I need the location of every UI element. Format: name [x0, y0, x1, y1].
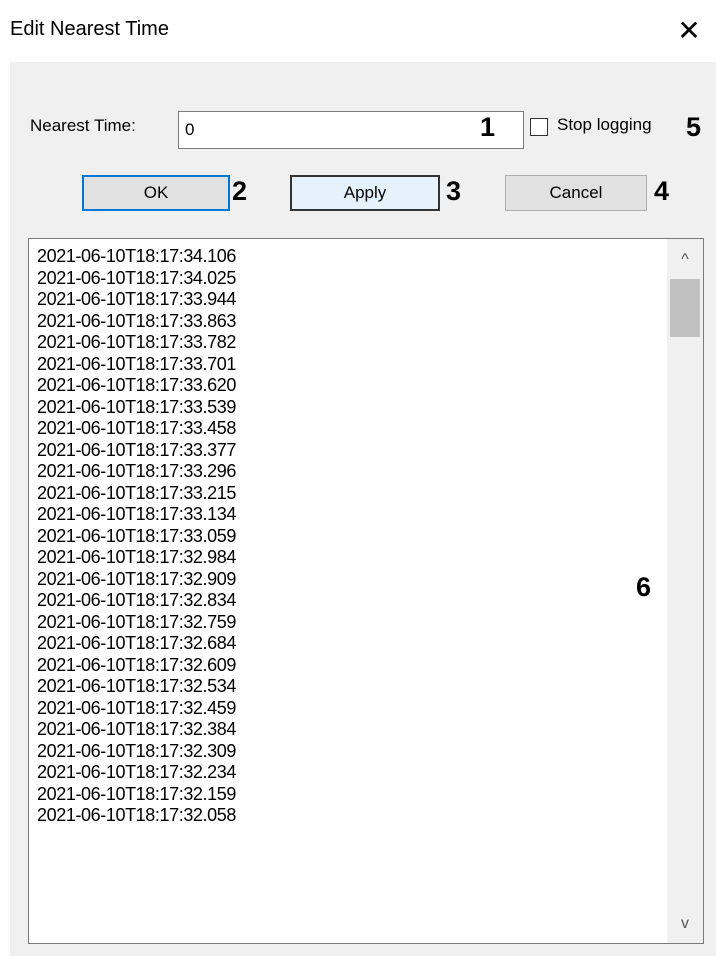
list-item[interactable]: 2021-06-10T18:17:32.834	[37, 590, 665, 612]
list-item[interactable]: 2021-06-10T18:17:33.539	[37, 397, 665, 419]
list-item[interactable]: 2021-06-10T18:17:33.134	[37, 504, 665, 526]
window-title: Edit Nearest Time	[10, 18, 169, 40]
list-item[interactable]: 2021-06-10T18:17:33.701	[37, 354, 665, 376]
list-item[interactable]: 2021-06-10T18:17:32.384	[37, 719, 665, 741]
stop-logging-checkbox[interactable]	[530, 118, 548, 136]
log-listbox[interactable]: 2021-06-10T18:17:34.106 2021-06-10T18:17:…	[28, 238, 704, 944]
scroll-thumb[interactable]	[670, 279, 700, 337]
callout-2: 2	[232, 176, 248, 206]
apply-button[interactable]: Apply	[290, 175, 440, 211]
list-item[interactable]: 2021-06-10T18:17:32.309	[37, 741, 665, 763]
list-item[interactable]: 2021-06-10T18:17:32.534	[37, 676, 665, 698]
list-item[interactable]: 2021-06-10T18:17:34.106	[37, 246, 665, 268]
list-item[interactable]: 2021-06-10T18:17:33.944	[37, 289, 665, 311]
list-item[interactable]: 2021-06-10T18:17:32.058	[37, 805, 665, 827]
list-item[interactable]: 2021-06-10T18:17:33.782	[37, 332, 665, 354]
list-item[interactable]: 2021-06-10T18:17:34.025	[37, 268, 665, 290]
nearest-time-label: Nearest Time:	[30, 116, 136, 135]
list-item[interactable]: 2021-06-10T18:17:32.609	[37, 655, 665, 677]
cancel-button[interactable]: Cancel	[505, 175, 647, 211]
dialog-body: Nearest Time: 1 Stop logging 5 OK 2 Appl…	[10, 62, 716, 956]
callout-4: 4	[654, 176, 670, 206]
nearest-time-input[interactable]	[178, 111, 524, 149]
ok-button[interactable]: OK	[82, 175, 230, 211]
list-item[interactable]: 2021-06-10T18:17:32.684	[37, 633, 665, 655]
list-item[interactable]: 2021-06-10T18:17:33.377	[37, 440, 665, 462]
title-bar: Edit Nearest Time ✕	[0, 0, 716, 62]
list-item[interactable]: 2021-06-10T18:17:33.296	[37, 461, 665, 483]
list-item[interactable]: 2021-06-10T18:17:33.059	[37, 526, 665, 548]
stop-logging-label[interactable]: Stop logging	[557, 115, 652, 135]
scroll-up-icon[interactable]: ^	[667, 245, 703, 275]
scroll-down-icon[interactable]: v	[667, 909, 703, 939]
callout-6: 6	[636, 572, 652, 602]
list-item[interactable]: 2021-06-10T18:17:32.909	[37, 569, 665, 591]
callout-1: 1	[480, 112, 496, 142]
list-item[interactable]: 2021-06-10T18:17:32.459	[37, 698, 665, 720]
list-item[interactable]: 2021-06-10T18:17:32.234	[37, 762, 665, 784]
list-item[interactable]: 2021-06-10T18:17:33.215	[37, 483, 665, 505]
log-items: 2021-06-10T18:17:34.106 2021-06-10T18:17:…	[29, 239, 665, 943]
list-item[interactable]: 2021-06-10T18:17:32.159	[37, 784, 665, 806]
callout-5: 5	[686, 112, 702, 142]
list-item[interactable]: 2021-06-10T18:17:33.863	[37, 311, 665, 333]
callout-3: 3	[446, 176, 462, 206]
list-item[interactable]: 2021-06-10T18:17:32.984	[37, 547, 665, 569]
vertical-scrollbar[interactable]: ^ v	[667, 239, 703, 943]
list-item[interactable]: 2021-06-10T18:17:33.458	[37, 418, 665, 440]
list-item[interactable]: 2021-06-10T18:17:32.759	[37, 612, 665, 634]
close-icon[interactable]: ✕	[672, 14, 706, 48]
list-item[interactable]: 2021-06-10T18:17:33.620	[37, 375, 665, 397]
